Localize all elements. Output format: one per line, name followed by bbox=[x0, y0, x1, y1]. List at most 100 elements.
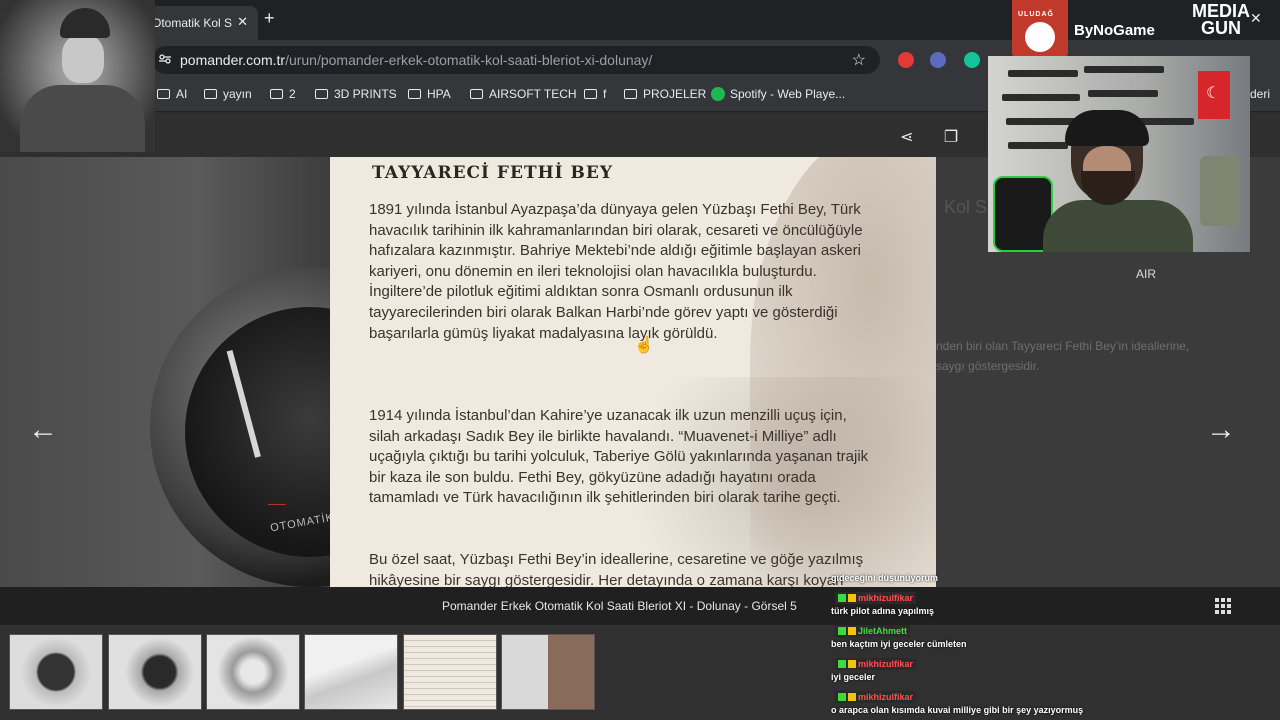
document-paragraph: Bu özel saat, Yüzbaşı Fethi Bey’in ideal… bbox=[369, 551, 864, 587]
tab-close-icon[interactable]: ✕ bbox=[237, 14, 248, 30]
bookmark-folder[interactable]: yayın bbox=[204, 87, 252, 101]
hand-cursor-icon: ☝ bbox=[634, 337, 654, 354]
new-tab-button[interactable]: + bbox=[264, 8, 275, 29]
previous-arrow-button[interactable]: ← bbox=[28, 413, 58, 447]
folder-icon bbox=[624, 89, 637, 99]
tab-title: Otomatik Kol S bbox=[152, 16, 232, 30]
media-gun-logo: MEDIA GUN bbox=[1192, 1, 1250, 38]
folder-icon bbox=[315, 89, 328, 99]
chat-message: ben kaçtım iyi geceler cümleten bbox=[831, 639, 967, 649]
portrait-cap bbox=[60, 8, 110, 38]
description-line: nden biri olan Tayyareci Fethi Bey’in id… bbox=[936, 339, 1190, 353]
watch-arabic-text: ــــــ bbox=[268, 497, 286, 508]
screen: Otomatik Kol S ✕ + pomander.com.tr/urun/… bbox=[0, 0, 1280, 720]
uludag-logo: ULUDAĞ bbox=[1012, 0, 1068, 58]
folder-icon bbox=[270, 89, 283, 99]
kick-badge-icon bbox=[838, 660, 846, 668]
bookmark-folder[interactable]: AIRSOFT TECH bbox=[470, 87, 577, 101]
product-title-fragment: Kol S bbox=[944, 197, 988, 217]
bookmark-label: 3D PRINTS bbox=[334, 87, 397, 101]
lightbox-actions: ⋖ ❐ bbox=[900, 127, 958, 147]
image-caption: Pomander Erkek Otomatik Kol Saati Blerio… bbox=[442, 599, 797, 613]
bookmark-label: AI bbox=[176, 87, 188, 101]
chat-message: iyi geceler bbox=[831, 672, 876, 682]
chat-username: mikhizulfikar bbox=[835, 658, 917, 670]
lightbox-image: TAYYARECİ FETHİ BEY 1891 yılında İstanbu… bbox=[330, 157, 936, 587]
streamer-hat bbox=[1065, 110, 1149, 146]
kick-badge-icon bbox=[838, 627, 846, 635]
bookmark-folder[interactable]: AI bbox=[157, 87, 187, 101]
sponsor-logos: ULUDAĞ ByNoGame MEDIA GUN bbox=[1012, 0, 1280, 58]
extension-icon[interactable] bbox=[898, 52, 914, 68]
bookmark-folder[interactable]: PROJELER bbox=[624, 87, 706, 101]
air-label: AIR bbox=[1136, 267, 1157, 281]
folder-icon bbox=[204, 89, 217, 99]
rifle-shape bbox=[1008, 70, 1078, 77]
grammarly-icon[interactable] bbox=[964, 52, 980, 68]
browser-tab[interactable]: Otomatik Kol S ✕ bbox=[140, 6, 258, 40]
description-line: saygı göstergesidir. bbox=[936, 359, 1040, 373]
sub-badge-icon bbox=[848, 660, 856, 668]
streamer-body bbox=[1043, 200, 1193, 252]
url-text: pomander.com.tr/urun/pomander-erkek-otom… bbox=[180, 52, 652, 68]
bookmark-folder[interactable]: 3D PRINTS bbox=[315, 87, 397, 101]
webcam-overlay bbox=[988, 56, 1250, 252]
chat-username: JiletAhmett bbox=[835, 625, 911, 637]
extension-shield-icon[interactable] bbox=[930, 52, 946, 68]
thumbnail-watch-angle[interactable] bbox=[108, 634, 202, 710]
folder-icon bbox=[584, 89, 597, 99]
bookmark-label: HPA bbox=[427, 87, 451, 101]
thumbnail-box[interactable] bbox=[304, 634, 398, 710]
address-bar[interactable]: pomander.com.tr/urun/pomander-erkek-otom… bbox=[152, 46, 880, 74]
sub-badge-icon bbox=[848, 594, 856, 602]
rifle-shape bbox=[1084, 66, 1164, 73]
portrait-uniform bbox=[20, 85, 145, 152]
bookmark-label: PROJELER bbox=[643, 87, 707, 101]
chat-message: o arapca olan kısımda kuvai milliye gibi… bbox=[831, 705, 1084, 715]
share-icon[interactable]: ⋖ bbox=[900, 129, 913, 146]
thumbnail-watch-front[interactable] bbox=[9, 634, 103, 710]
bookmark-label: yayın bbox=[223, 87, 252, 101]
chat-message: türk pilot adına yapılmış bbox=[831, 606, 935, 616]
window-close-icon[interactable]: ✕ bbox=[1250, 10, 1262, 27]
bookmark-label: AIRSOFT TECH bbox=[489, 87, 577, 101]
site-info-icon[interactable] bbox=[158, 52, 172, 66]
bookmark-other[interactable]: deri bbox=[1250, 87, 1270, 101]
rifle-shape bbox=[1002, 94, 1080, 101]
bookmark-folder[interactable]: HPA bbox=[408, 87, 451, 101]
folder-icon bbox=[408, 89, 421, 99]
sub-badge-icon bbox=[848, 693, 856, 701]
sub-badge-icon bbox=[848, 627, 856, 635]
document-paragraph: 1891 yılında İstanbul Ayazpaşa’da dünyay… bbox=[369, 201, 863, 342]
streamer bbox=[1043, 110, 1193, 252]
bookmark-label: Spotify - Web Playe... bbox=[730, 87, 846, 101]
spotify-icon bbox=[711, 87, 725, 101]
portrait-face bbox=[62, 35, 104, 83]
thumbnail-watch-back[interactable] bbox=[206, 634, 300, 710]
bookmark-folder[interactable]: 2 bbox=[270, 87, 296, 101]
stream-chat: gideceğini düşünüyorum mikhizulfikar tür… bbox=[828, 568, 1260, 720]
chat-username: mikhizulfikar bbox=[835, 691, 917, 703]
bookmark-label: 2 bbox=[289, 87, 296, 101]
rifle-shape bbox=[1088, 90, 1158, 97]
chat-message: gideceğini düşünüyorum bbox=[831, 573, 939, 583]
url-path: /urun/pomander-erkek-otomatik-kol-saati-… bbox=[285, 52, 653, 68]
next-arrow-button[interactable]: → bbox=[1206, 413, 1236, 447]
portrait-overlay bbox=[0, 0, 155, 152]
bookmark-label: f bbox=[603, 87, 607, 101]
url-host: pomander.com.tr bbox=[180, 52, 286, 68]
bookmark-folder[interactable]: f bbox=[584, 87, 606, 101]
bookmark-star-icon[interactable]: ☆ bbox=[852, 50, 866, 70]
folder-icon bbox=[157, 89, 170, 99]
mountain-badge-icon bbox=[1025, 22, 1055, 52]
bynogame-logo: ByNoGame bbox=[1074, 22, 1155, 39]
kick-badge-icon bbox=[838, 693, 846, 701]
bookmark-spotify[interactable]: Spotify - Web Playe... bbox=[711, 87, 845, 101]
document-paragraph: 1914 yılında İstanbul’dan Kahire’ye uzan… bbox=[369, 407, 869, 507]
folder-icon bbox=[470, 89, 483, 99]
watch-image-left: ــــــ OTOMATİK bbox=[0, 157, 330, 587]
copy-icon[interactable]: ❐ bbox=[944, 129, 958, 146]
thumbnail-collage[interactable] bbox=[501, 634, 595, 710]
document-title: TAYYARECİ FETHİ BEY bbox=[372, 163, 613, 183]
thumbnail-document[interactable] bbox=[403, 634, 497, 710]
